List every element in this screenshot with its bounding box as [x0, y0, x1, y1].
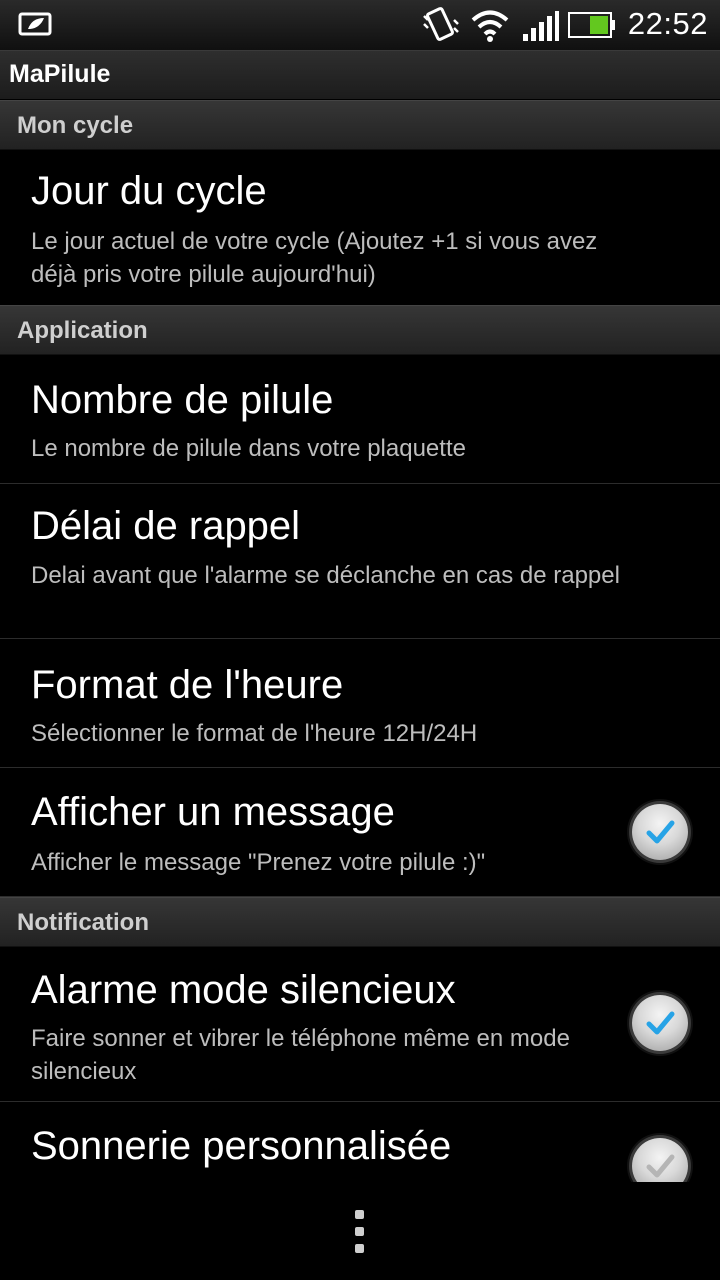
signal-icon	[523, 11, 559, 41]
pref-jour-du-cycle[interactable]: Jour du cycle Le jour actuel de votre cy…	[0, 149, 720, 306]
pref-summary: Le nombre de pilule dans votre plaquette	[31, 435, 466, 462]
section-header-label: Notification	[17, 909, 149, 936]
checkbox-afficher-message[interactable]	[632, 804, 688, 860]
pref-summary: Sélectionner le format de l'heure 12H/24…	[31, 720, 478, 747]
pref-summary: Le jour actuel de votre cycle (Ajoutez +…	[31, 228, 598, 288]
pref-summary: Afficher le message "Prenez votre pilule…	[31, 849, 486, 876]
checkmark-icon	[646, 1011, 675, 1035]
pref-title: Jour du cycle	[31, 169, 267, 213]
status-clock: 22:52	[627, 6, 708, 41]
overflow-menu-icon[interactable]	[355, 1210, 365, 1254]
checkmark-icon	[646, 820, 675, 844]
pref-summary: Delai avant que l'alarme se déclanche en…	[31, 562, 620, 589]
section-header-label: Mon cycle	[17, 112, 134, 139]
checkbox-alarme-silencieux[interactable]	[632, 995, 688, 1051]
app-title: MaPilule	[9, 60, 111, 88]
pref-nombre-de-pilule[interactable]: Nombre de pilule Le nombre de pilule dan…	[0, 354, 720, 484]
pref-title: Délai de rappel	[31, 504, 301, 548]
pref-alarme-silencieux[interactable]: Alarme mode silencieux Faire sonner et v…	[0, 946, 720, 1102]
pref-title: Alarme mode silencieux	[31, 968, 456, 1012]
pref-title: Afficher un message	[31, 790, 395, 834]
checkmark-icon	[646, 1154, 675, 1178]
section-header-notification: Notification	[0, 897, 720, 947]
pref-title: Nombre de pilule	[31, 378, 334, 422]
pref-summary: Faire sonner et vibrer le téléphone même…	[31, 1025, 570, 1085]
section-header-label: Application	[17, 317, 148, 344]
battery-icon	[568, 12, 615, 38]
app-title-bar: MaPilule	[0, 51, 720, 99]
app-notification-icon	[18, 12, 52, 36]
wifi-icon	[471, 10, 509, 42]
vibrate-icon	[423, 7, 459, 41]
pref-title: Format de l'heure	[31, 663, 344, 707]
section-header-application: Application	[0, 305, 720, 355]
pref-title: Sonnerie personnalisée	[31, 1124, 452, 1168]
pref-delai-de-rappel[interactable]: Délai de rappel Delai avant que l'alarme…	[0, 484, 720, 639]
section-header-mon-cycle: Mon cycle	[0, 100, 720, 150]
pref-format-heure[interactable]: Format de l'heure Sélectionner le format…	[0, 639, 720, 768]
pref-afficher-message[interactable]: Afficher un message Afficher le message …	[0, 768, 720, 897]
status-bar: 22:52	[0, 0, 720, 51]
